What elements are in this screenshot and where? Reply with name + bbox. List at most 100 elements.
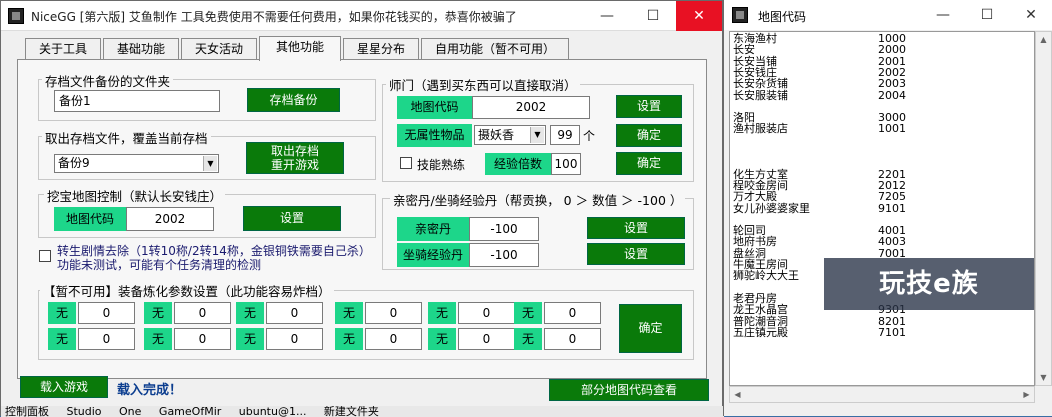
tab-other[interactable]: 其他功能 bbox=[259, 36, 341, 61]
map-code-row: 长安 2000 bbox=[733, 44, 983, 55]
treasure-map-code-label: 地图代码 bbox=[54, 207, 126, 231]
equip-param-label: 无 bbox=[428, 328, 456, 350]
intimacy-pill-label: 亲密丹 bbox=[397, 217, 469, 241]
equip-param-label: 无 bbox=[514, 302, 542, 324]
equip-param-input[interactable]: 0 bbox=[458, 328, 515, 350]
map-close-button[interactable]: ✕ bbox=[1009, 0, 1052, 30]
master-item-label: 无属性物品 bbox=[397, 124, 472, 147]
equip-param-input[interactable]: 0 bbox=[544, 302, 601, 324]
treasure-map-code-input[interactable]: 2002 bbox=[126, 207, 214, 231]
mount-set-button[interactable]: 设置 bbox=[587, 243, 685, 265]
pill-group-title: 亲密丹/坐骑经验丹（帮贡换， 0 ＞ 数值 ＞ -100 ） bbox=[390, 190, 686, 209]
backup-save-button[interactable]: 存档备份 bbox=[247, 88, 340, 112]
backup-folder-input[interactable]: 备份1 bbox=[54, 90, 220, 112]
app-icon bbox=[8, 8, 24, 24]
load-game-button[interactable]: 载入游戏 bbox=[20, 376, 108, 398]
master-item-select[interactable]: 摄妖香 ▼ bbox=[474, 125, 546, 145]
title-bar: NiceGG [第六版] 艾鱼制作 工具免费使用不需要任何费用，如果你花钱买的，… bbox=[1, 1, 722, 31]
intimacy-set-button[interactable]: 设置 bbox=[587, 217, 685, 239]
equip-param-input[interactable]: 0 bbox=[365, 302, 422, 324]
master-map-code-input[interactable]: 2002 bbox=[472, 96, 590, 119]
tab-fairy[interactable]: 天女活动 bbox=[181, 38, 257, 60]
master-map-code-label: 地图代码 bbox=[397, 96, 472, 119]
scroll-right-icon[interactable]: ▶ bbox=[1019, 387, 1034, 402]
master-item-value: 摄妖香 bbox=[478, 128, 515, 142]
master-item-qty-input[interactable]: 99 bbox=[550, 125, 580, 145]
taskbar: 控制面板 Studio One GameOfMir ubuntu@1... 新建… bbox=[1, 406, 724, 417]
master-item-unit: 个 bbox=[583, 129, 596, 143]
treasure-group-title: 挖宝地图控制（默认长安钱庄） bbox=[44, 186, 226, 205]
plot-removal-note: 功能未测试，可能有个任务清理的检测 bbox=[57, 258, 262, 272]
chevron-down-icon: ▼ bbox=[203, 156, 217, 171]
map-maximize-button[interactable]: ☐ bbox=[965, 0, 1009, 30]
master-set-button[interactable]: 设置 bbox=[616, 95, 682, 118]
backup-group-title: 存档文件备份的文件夹 bbox=[42, 71, 174, 90]
vertical-scrollbar[interactable]: ▲ ▼ bbox=[1035, 31, 1052, 386]
map-code-row bbox=[733, 157, 983, 168]
map-minimize-button[interactable]: — bbox=[921, 0, 965, 30]
scroll-left-icon[interactable]: ◀ bbox=[730, 387, 745, 402]
map-code-row: 渔村服装店 1001 bbox=[733, 123, 983, 134]
equip-param-input[interactable]: 0 bbox=[78, 328, 135, 350]
intimacy-pill-input[interactable]: -100 bbox=[469, 217, 539, 241]
tab-stars[interactable]: 星星分布 bbox=[343, 38, 419, 60]
scroll-down-icon[interactable]: ▼ bbox=[1036, 370, 1051, 385]
equip-param-input[interactable]: 0 bbox=[544, 328, 601, 350]
skill-proficiency-checkbox[interactable] bbox=[400, 157, 412, 169]
map-name: 五庄镇元殿 bbox=[733, 325, 788, 339]
equip-param-input[interactable]: 0 bbox=[266, 328, 323, 350]
equip-param-input[interactable]: 0 bbox=[266, 302, 323, 324]
map-code: 9101 bbox=[878, 201, 906, 215]
equip-param-label: 无 bbox=[428, 302, 456, 324]
horizontal-scrollbar[interactable]: ◀ ▶ bbox=[729, 386, 1035, 403]
restore-button-line1: 取出存档 bbox=[270, 144, 319, 158]
map-code: 2201 bbox=[878, 167, 906, 181]
scroll-up-icon[interactable]: ▲ bbox=[1036, 32, 1051, 47]
map-name: 地府书房 bbox=[733, 235, 777, 249]
restore-restart-button[interactable]: 取出存档 重开游戏 bbox=[246, 142, 344, 174]
tab-about[interactable]: 关于工具 bbox=[25, 38, 101, 60]
equip-param-input[interactable]: 0 bbox=[174, 328, 231, 350]
map-code: 1001 bbox=[878, 122, 906, 136]
equip-confirm-button[interactable]: 确定 bbox=[619, 304, 682, 353]
close-button[interactable]: ✕ bbox=[676, 1, 722, 31]
master-item-confirm-button[interactable]: 确定 bbox=[616, 124, 682, 147]
tab-custom[interactable]: 自用功能（暂不可用） bbox=[421, 38, 569, 60]
master-group-title: 师门（遇到买东西可以直接取消） bbox=[386, 75, 580, 94]
plot-removal-checkbox[interactable] bbox=[39, 250, 51, 262]
tab-basic[interactable]: 基础功能 bbox=[103, 38, 179, 60]
map-code: 7205 bbox=[878, 190, 906, 204]
exp-multiplier-input[interactable]: 100 bbox=[551, 153, 581, 175]
minimize-button[interactable]: — bbox=[584, 1, 630, 31]
map-code-list[interactable]: 东海渔村 1000 长安 2000 长安当铺 2001 长安钱庄 2002 长安杂货铺 2003 长… bbox=[729, 31, 1035, 386]
map-code-row: 长安杂货铺 2003 bbox=[733, 78, 983, 89]
map-codes-button[interactable]: 部分地图代码查看 bbox=[549, 379, 709, 401]
treasure-set-button[interactable]: 设置 bbox=[243, 206, 341, 231]
equip-param-label: 无 bbox=[335, 328, 363, 350]
map-code-window: 地图代码 — ☐ ✕ 东海渔村 1000 长安 2000 长安当铺 2001 长安钱庄 200… bbox=[723, 0, 1052, 416]
equip-group-title: 【暂不可用】装备炼化参数设置（此功能容易炸档） bbox=[40, 281, 334, 300]
map-name: 长安服装铺 bbox=[733, 88, 788, 102]
restore-backup-select[interactable]: 备份9 ▼ bbox=[54, 154, 219, 173]
equip-param-input[interactable]: 0 bbox=[458, 302, 515, 324]
map-window-title: 地图代码 bbox=[758, 10, 807, 24]
map-code: 7101 bbox=[878, 325, 906, 339]
equip-param-input[interactable]: 0 bbox=[78, 302, 135, 324]
map-code-row bbox=[733, 101, 983, 112]
map-name: 万才大殿 bbox=[733, 190, 777, 204]
equip-param-input[interactable]: 0 bbox=[365, 328, 422, 350]
map-code-row: 化生方丈室 2201 bbox=[733, 169, 983, 180]
mount-exp-pill-input[interactable]: -100 bbox=[469, 243, 539, 267]
equip-param-label: 无 bbox=[144, 302, 172, 324]
map-code-row: 女儿孙婆婆家里 9101 bbox=[733, 203, 983, 214]
equip-param-input[interactable]: 0 bbox=[174, 302, 231, 324]
map-name: 女儿孙婆婆家里 bbox=[733, 201, 810, 215]
equip-param-label: 无 bbox=[236, 302, 264, 324]
mount-exp-pill-label: 坐骑经验丹 bbox=[397, 243, 469, 267]
map-code-row bbox=[733, 214, 983, 225]
skill-proficiency-label: 技能熟练 bbox=[417, 158, 466, 172]
maximize-button[interactable]: ☐ bbox=[630, 1, 676, 31]
exp-confirm-button[interactable]: 确定 bbox=[616, 152, 682, 175]
load-status: 载入完成！ bbox=[117, 383, 183, 398]
map-name: 化生方丈室 bbox=[733, 167, 788, 181]
